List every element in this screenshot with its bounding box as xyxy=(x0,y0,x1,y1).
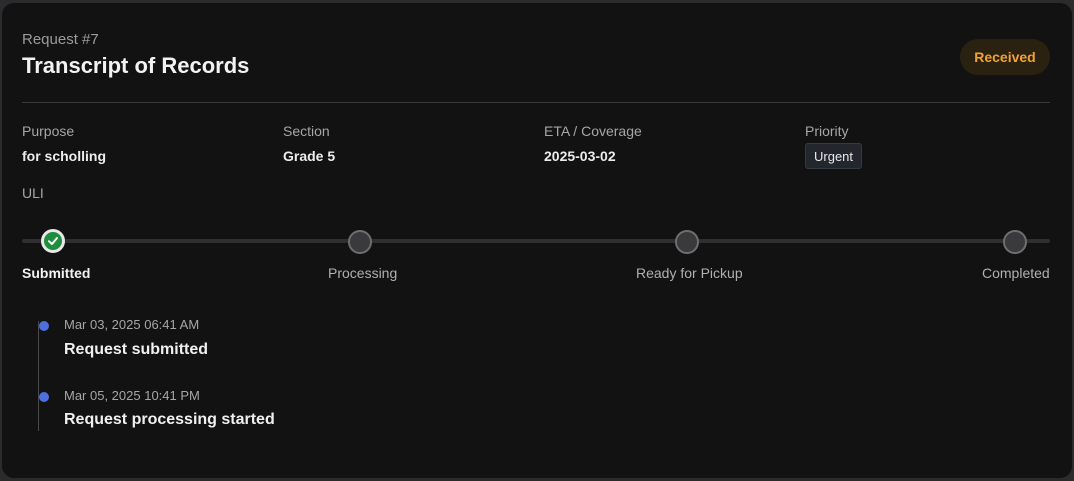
request-card: Request #7 Transcript of Records Receive… xyxy=(2,3,1072,478)
step-ready-dot xyxy=(675,230,699,254)
request-number: Request #7 xyxy=(22,31,99,48)
purpose-value: for scholling xyxy=(22,148,106,164)
step-label-processing: Processing xyxy=(328,265,398,281)
step-label-ready: Ready for Pickup xyxy=(636,265,743,281)
timeline-event: Request processing started xyxy=(64,411,275,428)
request-title: Transcript of Records xyxy=(22,53,250,78)
step-label-completed: Completed xyxy=(982,265,1050,281)
status-badge: Received xyxy=(960,39,1050,75)
timeline-event: Request submitted xyxy=(64,341,209,358)
timeline-time: Mar 05, 2025 10:41 PM xyxy=(64,388,200,403)
eta-label: ETA / Coverage xyxy=(544,123,642,139)
header-divider xyxy=(22,102,1050,103)
purpose-label: Purpose xyxy=(22,123,75,139)
timeline-dot xyxy=(39,321,49,331)
step-processing-dot xyxy=(348,230,372,254)
uli-label: ULI xyxy=(22,185,44,201)
section-label: Section xyxy=(283,123,330,139)
section-value: Grade 5 xyxy=(283,148,336,164)
progress-track xyxy=(22,239,1050,243)
timeline-time: Mar 03, 2025 06:41 AM xyxy=(64,317,200,332)
step-label-submitted: Submitted xyxy=(22,265,91,281)
timeline-dot xyxy=(39,392,49,402)
priority-chip: Urgent xyxy=(805,143,863,169)
step-submitted-check-icon xyxy=(41,229,65,253)
timeline-line xyxy=(38,321,39,431)
priority-label: Priority xyxy=(805,123,849,139)
eta-value: 2025-03-02 xyxy=(544,148,616,164)
step-completed-dot xyxy=(1003,230,1027,254)
